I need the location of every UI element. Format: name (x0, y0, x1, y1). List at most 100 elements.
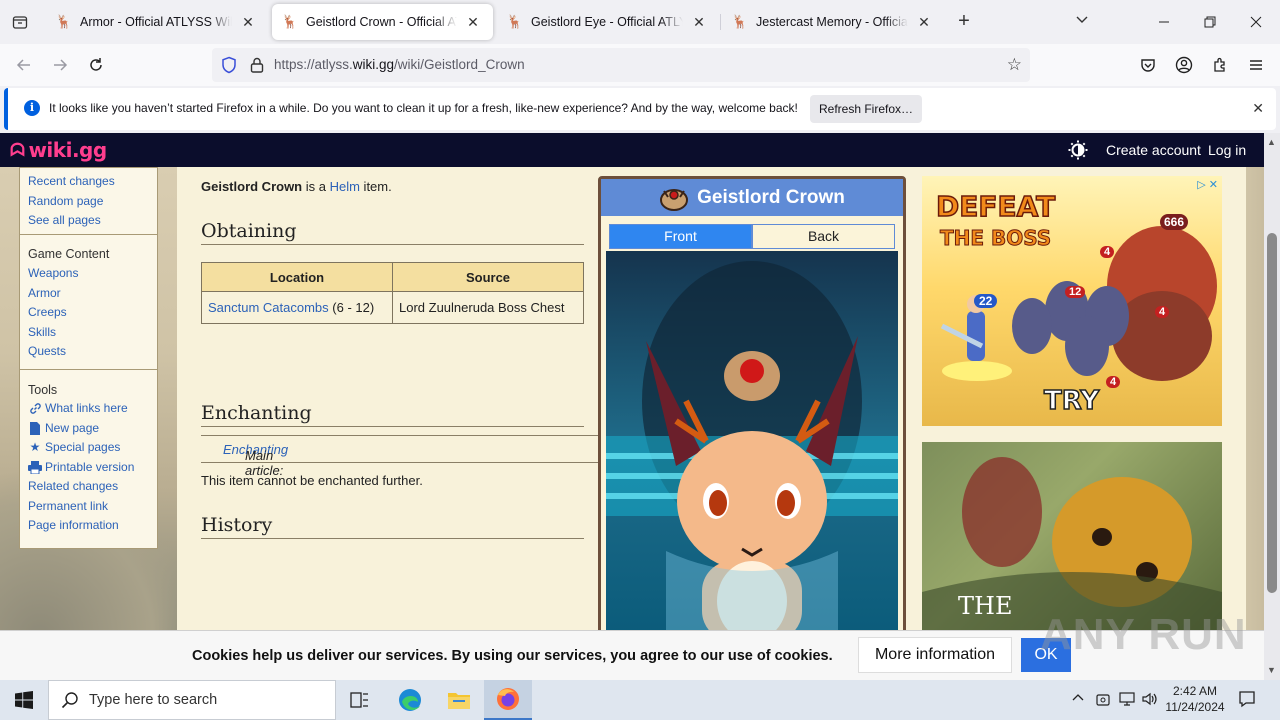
restore-button[interactable] (1187, 8, 1233, 36)
taskbar-search-box[interactable]: Type here to search (48, 680, 336, 720)
sidebar-item-printable-version[interactable]: Printable version (20, 458, 157, 478)
windows-start-icon[interactable] (0, 680, 48, 720)
tab-title: Armor - Official ATLYSS Wiki (80, 15, 232, 29)
back-button[interactable] (11, 53, 37, 77)
address-bar[interactable]: https://atlyss.wiki.gg/wiki/Geistlord_Cr… (212, 48, 1030, 82)
ad-number: 12 (1065, 286, 1086, 298)
sidebar-item-quests[interactable]: Quests (20, 342, 157, 362)
refresh-firefox-button[interactable]: Refresh Firefox… (810, 95, 922, 123)
url-prefix: https://atlyss. (274, 57, 353, 72)
close-tab-icon[interactable]: ✕ (238, 12, 258, 32)
show-hidden-icons[interactable] (1072, 692, 1084, 707)
more-information-button[interactable]: More information (858, 637, 1012, 673)
page-icon (28, 421, 42, 435)
close-notification-icon[interactable]: ✕ (1252, 100, 1264, 117)
sidebar-item-what-links-here[interactable]: What links here (20, 399, 157, 419)
sidebar-item-permanent-link[interactable]: Permanent link (20, 497, 157, 517)
advertisement-video[interactable]: THE (922, 442, 1222, 630)
close-tab-icon[interactable]: ✕ (914, 12, 934, 32)
notification-center-icon[interactable] (1238, 690, 1258, 710)
ad-cta[interactable]: TRY (1043, 385, 1100, 417)
forward-button[interactable] (47, 53, 73, 77)
tab-back[interactable]: Back (752, 224, 895, 249)
account-icon[interactable] (1174, 55, 1194, 75)
tracking-protection-shield-icon[interactable] (220, 56, 238, 74)
sidebar-item-creeps[interactable]: Creeps (20, 303, 157, 323)
tab-front[interactable]: Front (609, 224, 752, 249)
theme-toggle-icon[interactable] (1068, 140, 1088, 160)
tab-geistlord-eye[interactable]: 🦌 Geistlord Eye - Official ATLYSS Wiki ✕ (497, 4, 719, 40)
system-clock[interactable]: 2:42 AM 11/24/2024 (1162, 683, 1228, 715)
clock-date: 11/24/2024 (1165, 700, 1225, 714)
file-explorer-icon[interactable] (435, 680, 483, 720)
network-icon[interactable] (1119, 692, 1135, 709)
advertisement-game[interactable]: DEFEAT THE BOSS 666 4 22 12 4 4 TRY ▷ ✕ (922, 176, 1222, 426)
tab-list-icon[interactable] (8, 10, 32, 34)
sidebar-item-related-changes[interactable]: Related changes (20, 477, 157, 497)
wiki-page: Recent changes Random page See all pages… (0, 167, 1264, 630)
firefox-taskbar-icon[interactable] (484, 680, 532, 720)
close-tab-icon[interactable]: ✕ (463, 12, 483, 32)
sidebar-heading-game-content: Game Content (28, 247, 110, 261)
sidebar-item-skills[interactable]: Skills (20, 323, 157, 343)
ad-choices-icon[interactable]: ▷ ✕ (1197, 178, 1218, 191)
heading-obtaining: Obtaining (201, 220, 584, 245)
location-cell: Sanctum Catacombs (6 - 12) (201, 291, 393, 324)
pocket-icon[interactable] (1138, 55, 1158, 75)
task-view-icon[interactable] (336, 680, 384, 720)
page-scrollbar[interactable]: ▲ ▼ (1264, 133, 1280, 680)
wiki-sidebar: Recent changes Random page See all pages… (19, 167, 158, 549)
sidebar-item-page-information[interactable]: Page information (20, 516, 157, 536)
new-tab-button[interactable]: + (953, 11, 975, 33)
wiki-favicon-icon: 🦌 (731, 14, 749, 29)
volume-icon[interactable] (1142, 692, 1158, 709)
level-range: (6 - 12) (328, 300, 375, 315)
sidebar-item-special-pages[interactable]: ★ Special pages (20, 438, 157, 458)
url-text[interactable]: https://atlyss.wiki.gg/wiki/Geistlord_Cr… (274, 57, 525, 72)
search-placeholder: Type here to search (89, 692, 218, 708)
reload-button[interactable] (83, 53, 109, 77)
edge-browser-icon[interactable] (386, 680, 434, 720)
security-tray-icon[interactable] (1096, 692, 1110, 711)
ad-title: THE (958, 592, 1013, 620)
scrollbar-thumb[interactable] (1267, 233, 1277, 593)
close-window-button[interactable] (1233, 8, 1279, 36)
tab-geistlord-crown[interactable]: 🦌 Geistlord Crown - Official ATLYSS Wiki… (272, 4, 493, 40)
sidebar-item-see-all-pages[interactable]: See all pages (20, 211, 157, 231)
ad-headline: THE BOSS (939, 226, 1052, 251)
sidebar-item-recent-changes[interactable]: Recent changes (20, 172, 157, 192)
sidebar-item-new-page[interactable]: New page (20, 419, 157, 439)
list-all-tabs-icon[interactable] (1072, 12, 1092, 32)
log-in-link[interactable]: Log in (1208, 142, 1246, 158)
tab-jestercast-memory[interactable]: 🦌 Jestercast Memory - Official ATLYSS Wi… (722, 4, 944, 40)
wiki-gg-logo-icon: ᗣ (10, 139, 25, 161)
extensions-icon[interactable] (1210, 55, 1230, 75)
ad-number: 4 (1155, 306, 1170, 318)
wiki-favicon-icon: 🦌 (55, 14, 73, 29)
helm-link[interactable]: Helm (330, 179, 360, 194)
minimize-button[interactable] (1141, 8, 1187, 36)
sidebar-item-random-page[interactable]: Random page (20, 192, 157, 212)
main-article-hatnote: Main article: Enchanting (201, 435, 598, 478)
create-account-link[interactable]: Create account (1106, 142, 1201, 158)
search-icon (61, 691, 79, 709)
wiki-gg-logo[interactable]: ᗣ wiki.gg (10, 138, 107, 162)
close-tab-icon[interactable]: ✕ (689, 12, 709, 32)
ad-headline: DEFEAT (935, 189, 1056, 224)
ad-number: 4 (1106, 376, 1121, 388)
app-menu-icon[interactable] (1246, 55, 1266, 75)
tab-title: Geistlord Eye - Official ATLYSS Wiki (531, 15, 683, 29)
sidebar-item-weapons[interactable]: Weapons (20, 264, 157, 284)
scroll-down-icon[interactable]: ▼ (1267, 665, 1276, 675)
windows-taskbar: Type here to search 2:42 AM 11/24/2024 (0, 680, 1280, 720)
sanctum-catacombs-link[interactable]: Sanctum Catacombs (208, 300, 329, 315)
article-intro: Geistlord Crown is a Helm item. (201, 179, 392, 194)
url-path: /wiki/Geistlord_Crown (394, 57, 525, 72)
sidebar-item-armor[interactable]: Armor (20, 284, 157, 304)
enchant-text: This item cannot be enchanted further. (201, 473, 423, 488)
bookmark-star-icon[interactable]: ☆ (1007, 55, 1022, 75)
lock-icon[interactable] (248, 56, 266, 74)
tab-armor[interactable]: 🦌 Armor - Official ATLYSS Wiki ✕ (46, 4, 268, 40)
tab-strip: 🦌 Armor - Official ATLYSS Wiki ✕ 🦌 Geist… (0, 0, 1280, 44)
scroll-up-icon[interactable]: ▲ (1267, 137, 1276, 147)
